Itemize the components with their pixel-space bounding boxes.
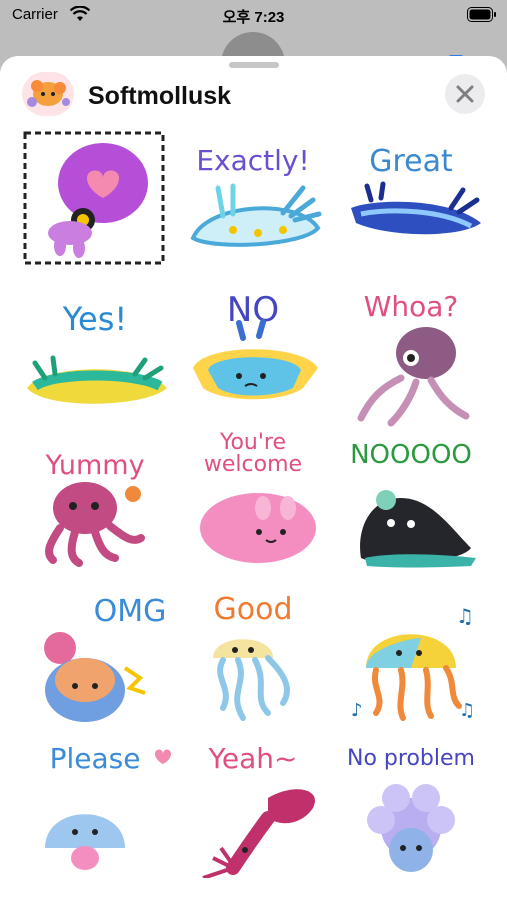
sticker-nooooo[interactable]: NOOOOO (331, 428, 491, 578)
battery-icon (467, 7, 497, 22)
sticker-blue-jellyfish-art (45, 749, 171, 870)
sticker-black-slug-art (360, 490, 476, 568)
sticker-squid-art (357, 327, 470, 427)
sticker-no-problem[interactable]: No problem (331, 728, 491, 878)
sticker-youre-welcome[interactable]: You're welcome (173, 428, 333, 578)
svg-text:♪: ♪ (351, 700, 363, 721)
sticker-lavender-mollusk-art (367, 784, 455, 872)
sticker-exactly[interactable]: Exactly! (173, 128, 333, 278)
sticker-good[interactable]: Good (173, 578, 333, 728)
sticker-please[interactable]: Please (15, 728, 175, 878)
sticker-purple-mollusk[interactable] (15, 128, 175, 278)
sticker-blue-slug-art (351, 181, 481, 235)
sticker-yummy[interactable]: Yummy (15, 428, 175, 578)
sticker-rainbow-jellyfish-art: ♫ ♪ ♫ (351, 604, 475, 721)
sticker-jellyfish-art (213, 639, 290, 721)
app-icon (22, 72, 74, 116)
sticker-sea-slug-art (190, 183, 322, 247)
sticker-whoa[interactable]: Whoa? (331, 278, 491, 428)
sticker-anemone-art (44, 632, 146, 722)
sticker-yeah[interactable]: Yeah~ (173, 728, 333, 878)
sticker-green-slug-art (27, 355, 167, 404)
status-bar: Carrier 오후 7:23 (0, 0, 507, 32)
sticker-purple-mollusk-art (23, 131, 165, 265)
svg-text:♫: ♫ (456, 604, 474, 628)
clock: 오후 7:23 (222, 9, 285, 26)
sticker-yes[interactable]: Yes! (15, 278, 175, 428)
sticker-no[interactable]: NO (173, 278, 333, 428)
sticker-octopus-art (45, 482, 145, 567)
close-icon (456, 85, 474, 103)
sticker-cyan-slug-art (193, 319, 318, 400)
sticker-red-squid-art (202, 789, 315, 878)
sticker-pack-title: Softmollusk (88, 82, 232, 110)
sticker-singing-jellyfish[interactable]: ♫ ♪ ♫ (331, 578, 491, 728)
sticker-great[interactable]: Great (331, 128, 491, 278)
close-button[interactable] (445, 74, 485, 114)
svg-text:♫: ♫ (459, 700, 475, 721)
sticker-pink-slug-art (200, 493, 316, 563)
sheet-header: Softmollusk (0, 72, 507, 122)
sticker-sheet: Softmollusk Exactly! Great Yes! NO Whoa?… (0, 56, 507, 900)
sheet-grabber[interactable] (229, 62, 279, 68)
sticker-omg[interactable]: OMG (15, 578, 175, 728)
